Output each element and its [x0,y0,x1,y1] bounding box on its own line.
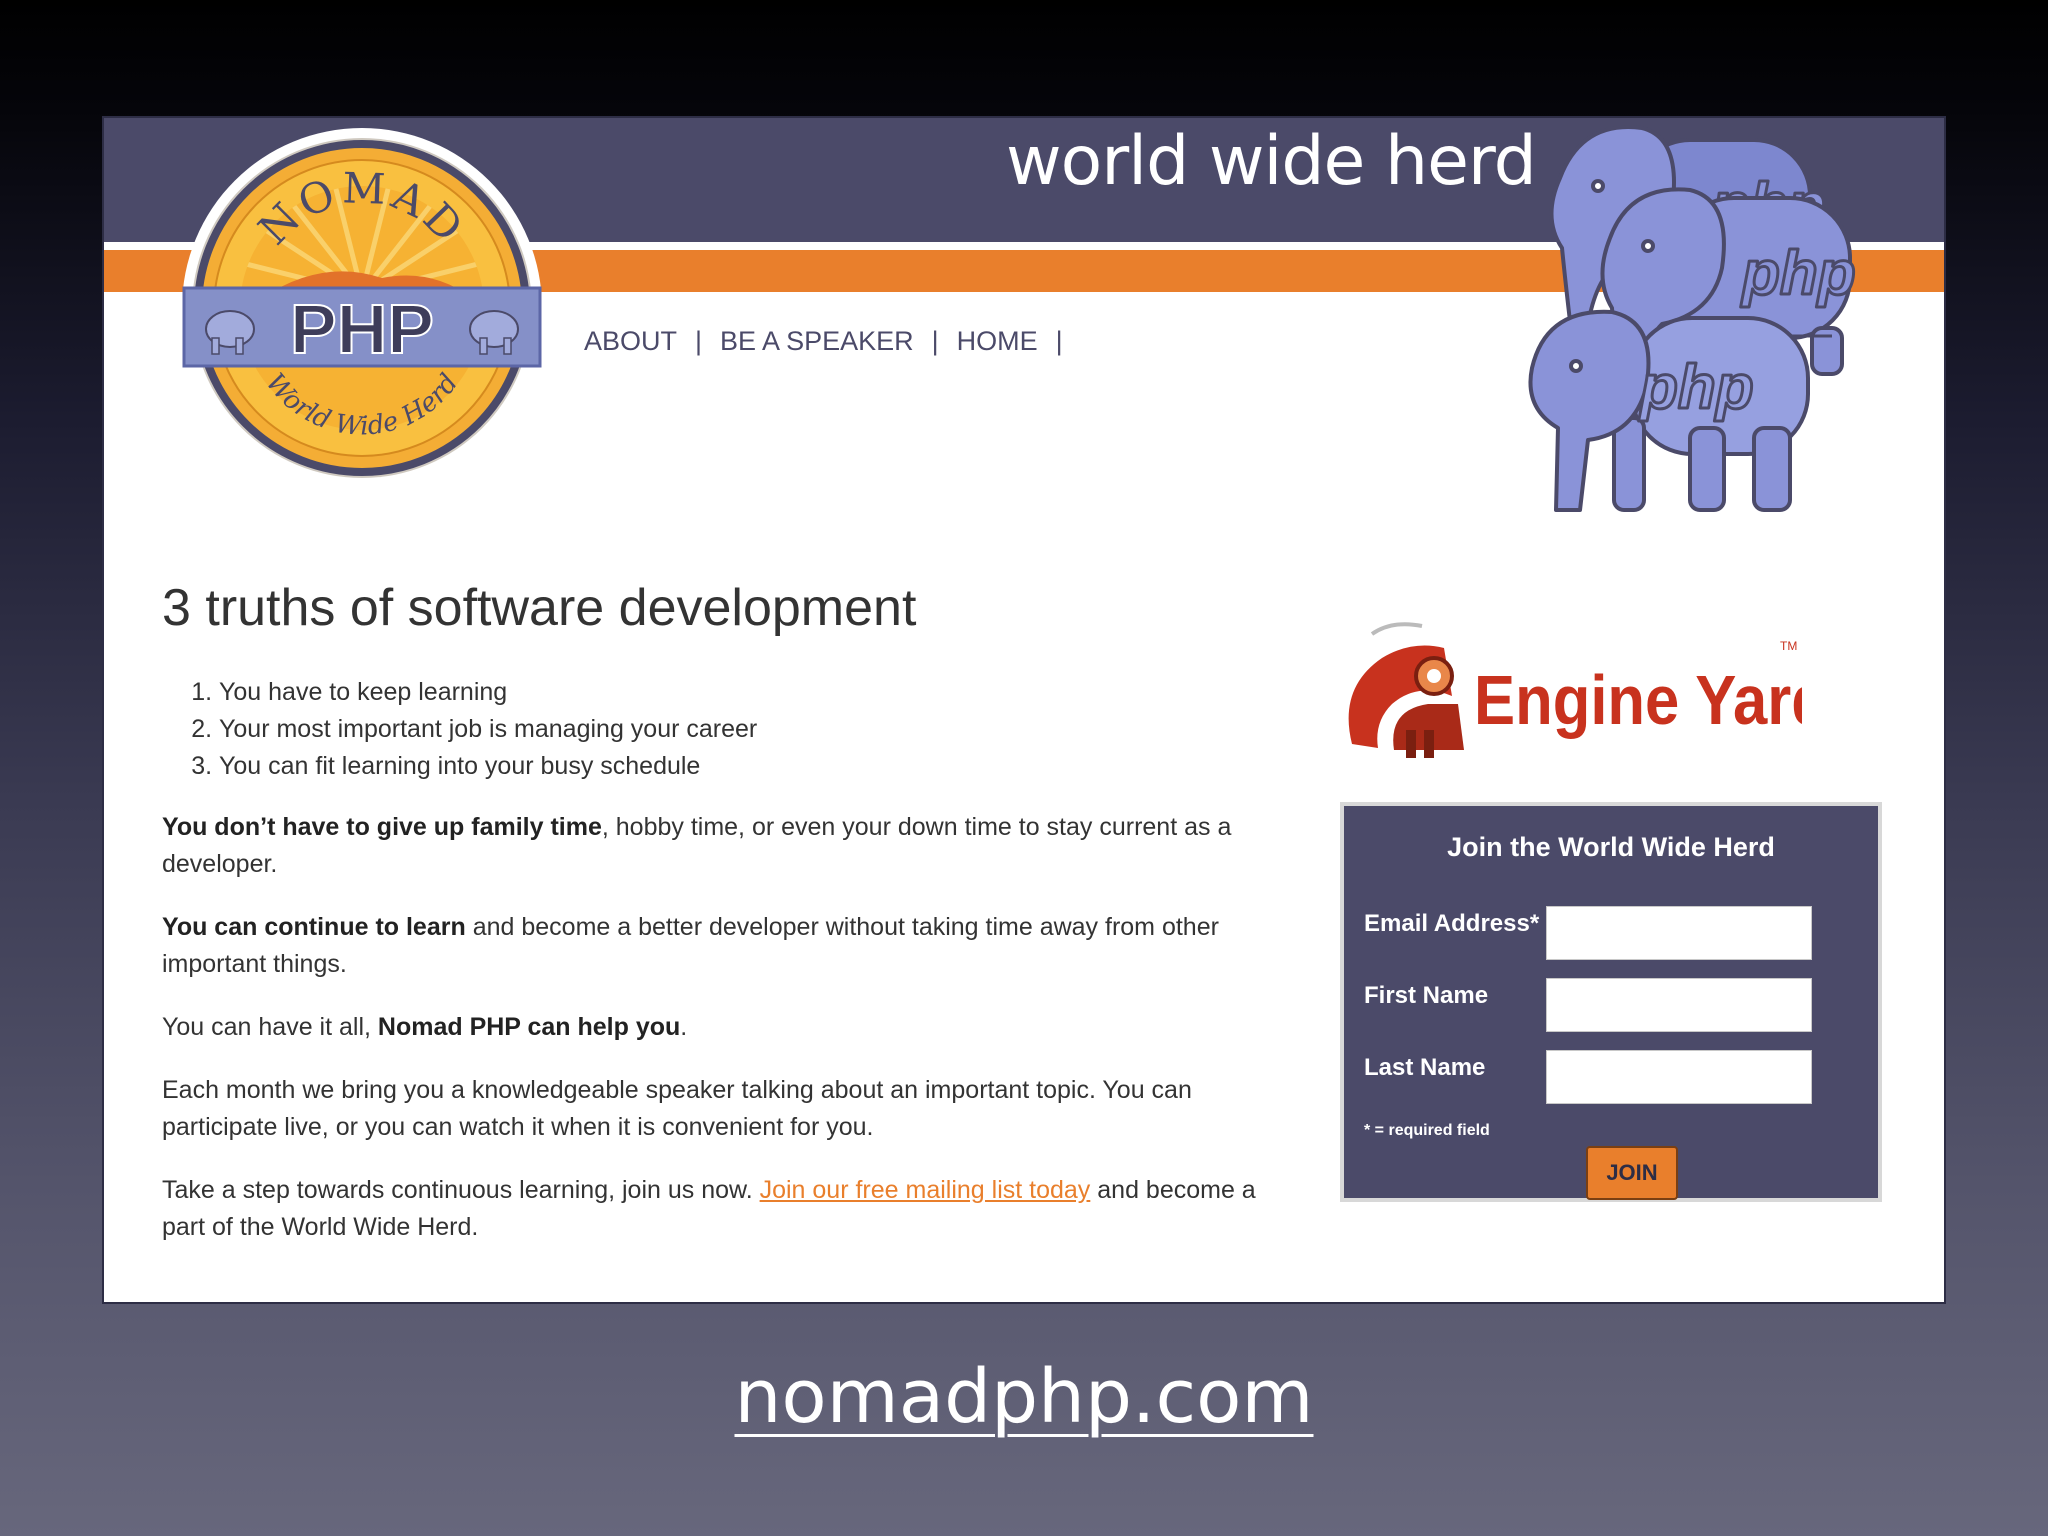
list-item: You can fit learning into your busy sche… [219,748,1282,785]
list-item: You have to keep learning [219,674,1282,711]
first-name-label: First Name [1364,982,1489,1009]
main-nav: ABOUT | BE A SPEAKER | HOME | [584,326,1081,357]
signup-form: Join the World Wide Herd Email Address* … [1340,802,1882,1202]
nomad-php-logo[interactable]: NOMAD PHP World Wide Herd [172,118,552,498]
nav-about[interactable]: ABOUT [584,326,677,357]
paragraph-have-it-all: You can have it all, Nomad PHP can help … [162,1009,1282,1046]
paragraph-family-time: You don’t have to give up family time, h… [162,809,1282,883]
nav-home[interactable]: HOME [957,326,1038,357]
nav-be-a-speaker[interactable]: BE A SPEAKER [720,326,914,357]
engine-yard-train-icon [1348,622,1464,758]
list-item: Your most important job is managing your… [219,711,1282,748]
email-field[interactable] [1546,906,1812,960]
required-field-note: * = required field [1364,1122,1490,1139]
paragraph-text: Take a step towards continuous learning,… [162,1176,760,1204]
nav-separator: | [931,326,939,356]
php-elephant-front-icon: php [1528,309,1810,512]
email-label: Email Address* [1364,910,1540,937]
mailing-list-link[interactable]: Join our free mailing list today [760,1176,1091,1204]
paragraph-bold: You don’t have to give up family time [162,813,602,841]
last-name-label: Last Name [1364,1054,1486,1081]
paragraph-text: You can have it all, [162,1013,378,1041]
svg-text:php: php [1740,239,1856,308]
signup-title: Join the World Wide Herd [1447,832,1775,862]
join-button[interactable]: JOIN [1586,1146,1678,1200]
php-elephants-icon: php php php [1528,125,1922,512]
website-screenshot: world wide herd NOMAD PHP World Wide Her… [102,116,1946,1304]
paragraph-continue-learning: You can continue to learn and become a b… [162,909,1282,983]
paragraph-bold: Nomad PHP can help you [377,1013,681,1041]
paragraph-monthly-speaker: Each month we bring you a knowledgeable … [162,1076,1192,1141]
last-name-field[interactable] [1546,1050,1812,1104]
nav-separator: | [1055,326,1063,356]
svg-text:php: php [1638,353,1754,422]
logo-main-text: PHP [290,290,434,368]
engine-yard-sponsor-logo[interactable]: Engine Yard TM [1332,618,1802,768]
header-tagline: world wide herd [1006,122,1537,201]
page-headline: 3 truths of software development [162,579,917,637]
paragraph-bold: You can continue to learn [162,913,466,941]
slide-caption-url[interactable]: nomadphp.com [0,1354,2048,1440]
sponsor-trademark: TM [1780,639,1797,653]
paragraph-join-cta: Take a step towards continuous learning,… [162,1172,1282,1246]
paragraph-text: . [680,1013,688,1041]
first-name-field[interactable] [1546,978,1812,1032]
nav-separator: | [695,326,703,356]
main-content: You have to keep learning Your most impo… [162,674,1282,1272]
sponsor-name: Engine Yard [1474,660,1802,739]
truths-list: You have to keep learning Your most impo… [162,674,1282,785]
